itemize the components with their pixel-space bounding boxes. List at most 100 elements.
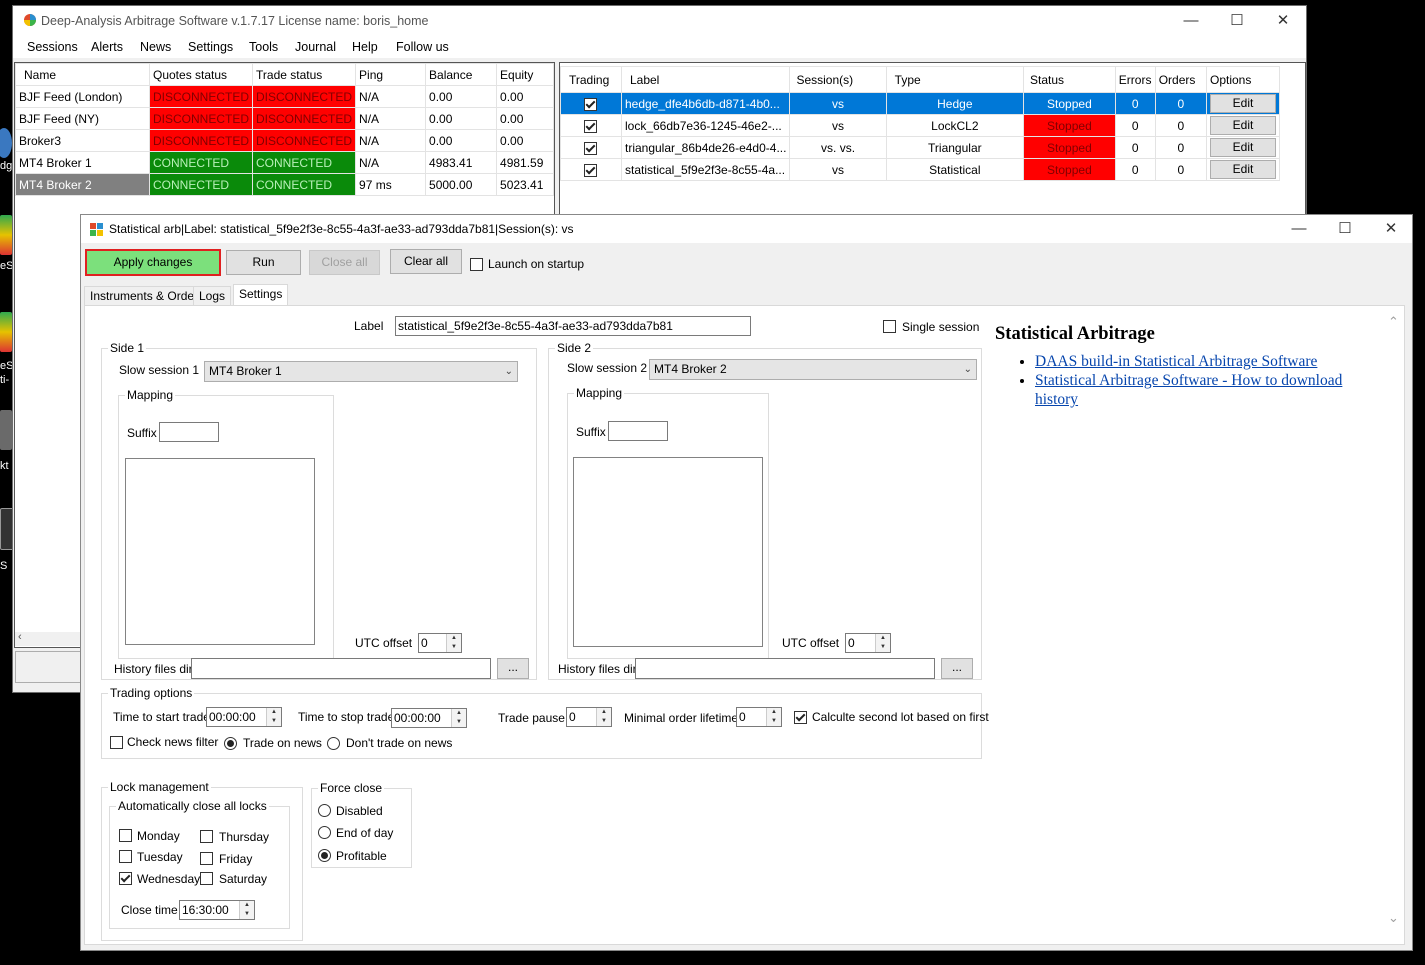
desktop-shortcut-icon[interactable] <box>0 410 12 450</box>
second-lot-checkbox[interactable] <box>794 711 807 724</box>
wednesday-checkbox[interactable] <box>119 872 132 885</box>
end-of-day-radio[interactable] <box>318 826 331 839</box>
spin-arrows-icon[interactable]: ▲ ▼ <box>596 708 611 726</box>
scroll-down-icon[interactable]: ⌄ <box>1388 910 1399 926</box>
minimize-button[interactable]: — <box>1276 215 1322 243</box>
column-header[interactable]: Orders <box>1154 66 1208 93</box>
tab-instruments-orders[interactable]: Instruments & Orders <box>84 286 211 306</box>
launch-on-startup-checkbox[interactable] <box>470 258 483 271</box>
saturday-checkbox[interactable] <box>200 872 213 885</box>
maximize-button[interactable]: ☐ <box>1214 6 1260 36</box>
column-header[interactable]: Options <box>1206 66 1280 93</box>
single-session-checkbox[interactable] <box>883 320 896 333</box>
column-header[interactable]: Trading <box>560 66 622 93</box>
dialog-titlebar[interactable]: Statistical arb|Label: statistical_5f9e2… <box>81 215 1412 243</box>
check-news-checkbox[interactable] <box>110 736 123 749</box>
thursday-checkbox[interactable] <box>200 830 213 843</box>
edit-button[interactable]: Edit <box>1210 138 1276 157</box>
table-row[interactable]: MT4 Broker 1 CONNECTED CONNECTED N/A 498… <box>15 151 554 174</box>
close-button[interactable]: ✕ <box>1368 215 1414 243</box>
table-row[interactable]: triangular_86b4de26-e4d0-4... vs. vs. Tr… <box>560 136 1280 159</box>
tab-logs[interactable]: Logs <box>193 286 232 306</box>
column-header[interactable]: Session(s) <box>789 66 887 93</box>
tab-settings[interactable]: Settings <box>233 284 289 306</box>
label-input[interactable]: statistical_5f9e2f3e-8c55-4a3f-ae33-ad79… <box>395 316 751 336</box>
menu-news[interactable]: News <box>140 40 171 54</box>
scroll-up-icon[interactable]: ⌃ <box>1388 314 1399 330</box>
clear-all-button[interactable]: Clear all <box>390 249 462 274</box>
spin-arrows-icon[interactable]: ▲ ▼ <box>266 708 281 726</box>
slow-session2-select[interactable]: MT4 Broker 2 ⌄ <box>649 359 977 380</box>
column-header[interactable]: Errors <box>1114 66 1156 93</box>
trade-on-news-radio[interactable] <box>224 737 237 750</box>
start-time-input[interactable]: 00:00:00 ▲ ▼ <box>206 707 282 727</box>
help-link[interactable]: DAAS build-in Statistical Arbitrage Soft… <box>1035 353 1317 370</box>
close-all-button[interactable]: Close all <box>309 250 380 275</box>
desktop-shortcut-icon[interactable] <box>0 215 12 255</box>
side1-suffix-input[interactable] <box>159 422 219 442</box>
table-row[interactable]: BJF Feed (NY) DISCONNECTED DISCONNECTED … <box>15 107 554 130</box>
scroll-left-icon[interactable]: ‹ <box>18 631 22 643</box>
run-button[interactable]: Run <box>226 250 301 275</box>
column-header[interactable]: Ping <box>355 63 427 86</box>
slow-session1-select[interactable]: MT4 Broker 1 ⌄ <box>204 361 518 382</box>
column-header[interactable]: Type <box>885 66 1025 93</box>
help-vertical-scrollbar[interactable]: ⌃ ⌄ <box>1385 310 1403 940</box>
profitable-radio[interactable] <box>318 849 331 862</box>
spin-arrows-icon[interactable]: ▲ ▼ <box>446 634 461 652</box>
menu-help[interactable]: Help <box>352 40 378 54</box>
spin-arrows-icon[interactable]: ▲ ▼ <box>451 709 466 727</box>
tuesday-checkbox[interactable] <box>119 850 132 863</box>
table-row[interactable]: Broker3 DISCONNECTED DISCONNECTED N/A 0.… <box>15 129 554 152</box>
menu-alerts[interactable]: Alerts <box>91 40 123 54</box>
side1-utc-input[interactable]: 0 ▲ ▼ <box>418 633 462 653</box>
spin-arrows-icon[interactable]: ▲ ▼ <box>766 708 781 726</box>
column-header[interactable]: Quotes status <box>148 63 254 86</box>
table-row[interactable]: lock_66db7e36-1245-46e2-... vs LockCL2 S… <box>560 114 1280 137</box>
side2-utc-input[interactable]: 0 ▲ ▼ <box>845 633 891 653</box>
minimize-button[interactable]: — <box>1168 6 1214 36</box>
stop-time-input[interactable]: 00:00:00 ▲ ▼ <box>391 708 467 728</box>
desktop-shortcut-icon[interactable] <box>0 312 12 352</box>
column-header[interactable]: Equity <box>496 63 554 86</box>
column-header[interactable]: Label <box>620 66 791 93</box>
side1-history-input[interactable] <box>191 658 491 679</box>
disabled-radio[interactable] <box>318 804 331 817</box>
table-row[interactable]: BJF Feed (London) DISCONNECTED DISCONNEC… <box>15 85 554 108</box>
menu-sessions[interactable]: Sessions <box>27 40 78 54</box>
table-row[interactable]: MT4 Broker 2 CONNECTED CONNECTED 97 ms 5… <box>15 173 554 196</box>
maximize-button[interactable]: ☐ <box>1322 215 1368 243</box>
side1-browse-button[interactable]: ... <box>497 658 529 679</box>
column-header[interactable]: Balance <box>425 63 498 86</box>
column-header[interactable]: Trade status <box>252 63 357 86</box>
desktop-shortcut-icon[interactable] <box>0 128 12 158</box>
help-link[interactable]: Statistical Arbitrage Software - How to … <box>1035 372 1342 408</box>
order-lifetime-input[interactable]: 0 ▲ ▼ <box>736 707 782 727</box>
trading-checkbox[interactable] <box>584 97 598 111</box>
table-row[interactable]: hedge_dfe4b6db-d871-4b0... vs Hedge Stop… <box>560 92 1280 115</box>
side2-mapping-list[interactable] <box>573 457 763 647</box>
monday-checkbox[interactable] <box>119 829 132 842</box>
close-button[interactable]: ✕ <box>1260 6 1306 36</box>
trading-checkbox[interactable] <box>584 119 598 133</box>
main-titlebar[interactable]: Deep-Analysis Arbitrage Software v.1.7.1… <box>13 6 1306 36</box>
trading-checkbox[interactable] <box>584 141 598 155</box>
edit-button[interactable]: Edit <box>1210 116 1276 135</box>
spin-arrows-icon[interactable]: ▲ ▼ <box>875 634 890 652</box>
menu-follow-us[interactable]: Follow us <box>396 40 449 54</box>
spin-arrows-icon[interactable]: ▲ ▼ <box>239 901 254 919</box>
column-header[interactable]: Status <box>1023 66 1116 93</box>
trade-pause-input[interactable]: 0 ▲ ▼ <box>566 707 612 727</box>
edit-button[interactable]: Edit <box>1210 160 1276 179</box>
table-row[interactable]: statistical_5f9e2f3e-8c55-4a... vs Stati… <box>560 158 1280 181</box>
horizontal-scrollbar[interactable]: ‹ <box>15 631 81 646</box>
menu-journal[interactable]: Journal <box>295 40 336 54</box>
menu-tools[interactable]: Tools <box>249 40 278 54</box>
edit-button[interactable]: Edit <box>1210 94 1276 113</box>
trading-checkbox[interactable] <box>584 163 598 177</box>
close-time-input[interactable]: 16:30:00 ▲ ▼ <box>179 900 255 920</box>
side2-history-input[interactable] <box>635 658 935 679</box>
apply-changes-button[interactable]: Apply changes <box>85 249 221 276</box>
column-header[interactable]: Name <box>15 63 150 86</box>
side2-suffix-input[interactable] <box>608 421 668 441</box>
